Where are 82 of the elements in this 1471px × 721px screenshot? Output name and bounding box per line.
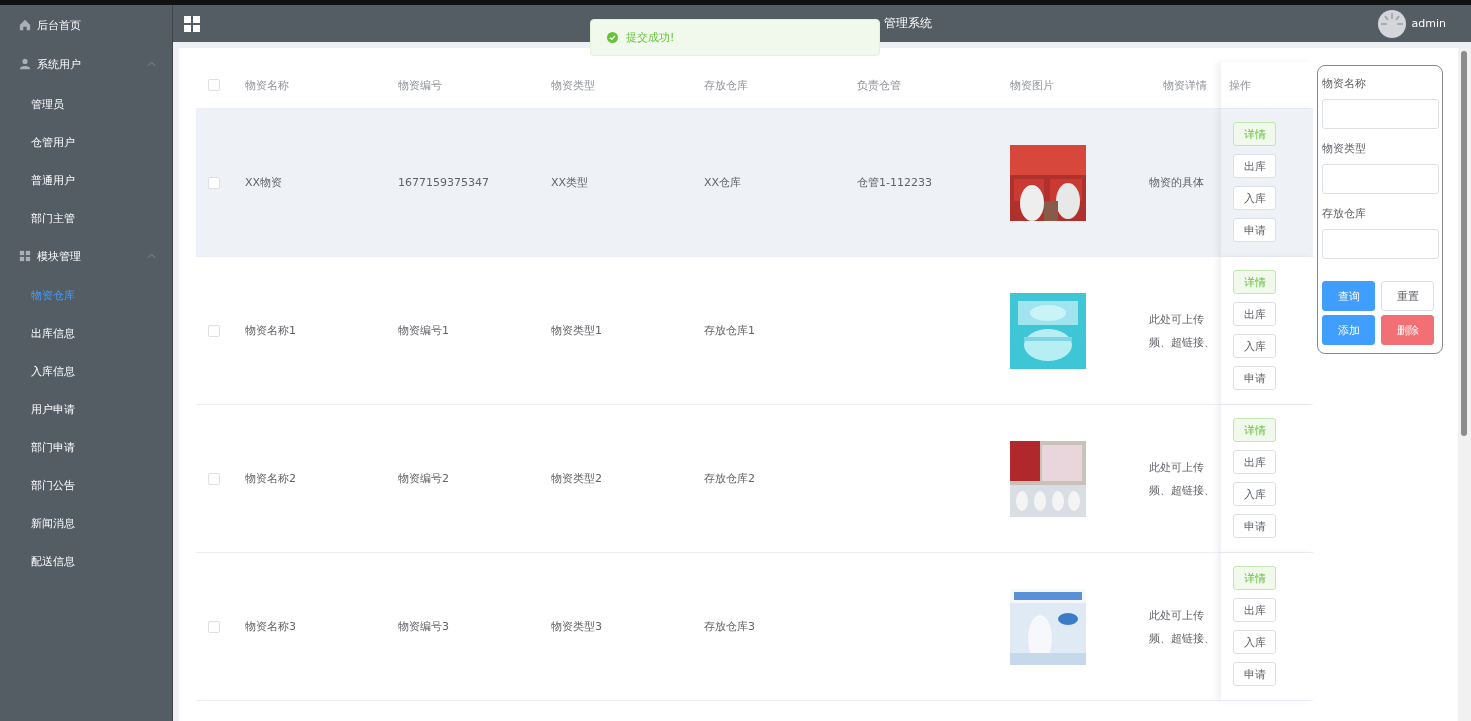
table-cell: 存放仓库1 [704, 324, 755, 337]
action-button[interactable]: 入库 [1233, 630, 1276, 654]
action-button[interactable]: 申请 [1233, 514, 1276, 538]
column-header: 物资名称 [244, 77, 290, 93]
input-field[interactable] [1322, 99, 1439, 129]
action-button[interactable]: 入库 [1233, 186, 1276, 210]
sidebar-item[interactable]: 部门主管 [0, 199, 172, 237]
check-circle-icon [607, 32, 618, 43]
sidebar-item[interactable]: 入库信息 [0, 352, 172, 390]
action-button[interactable]: 出库 [1233, 154, 1276, 178]
sidebar-item[interactable]: 后台首页 [0, 6, 172, 44]
action-button[interactable]: 出库 [1233, 302, 1276, 326]
field-label: 存放仓库 [1322, 206, 1367, 221]
table-cell: 物资编号3 [398, 620, 449, 633]
avatar-icon[interactable] [1377, 9, 1406, 38]
sidebar-item[interactable]: 配送信息 [0, 542, 172, 580]
sidebar-item[interactable]: 管理员 [0, 85, 172, 123]
input-field[interactable] [1322, 229, 1439, 259]
detail-text: 物资的具体 [1149, 175, 1205, 190]
detail-text: 此处可上传 [1149, 607, 1205, 623]
sidebar-item[interactable]: 部门公告 [0, 466, 172, 504]
table-cell: 物资类型2 [551, 472, 602, 485]
column-header: 物资详情 [1162, 77, 1206, 93]
detail-text: 此处可上传 [1149, 311, 1205, 327]
sidebar-group[interactable]: 系统用户 [0, 45, 172, 83]
table-cell: 存放仓库2 [704, 472, 755, 485]
table-cell: XX类型 [551, 176, 589, 189]
table-cell: 物资类型3 [551, 620, 602, 633]
table-cell: XX物资 [245, 176, 283, 189]
system-title: 管理系统 [884, 15, 932, 32]
column-header: 物资编号 [397, 77, 443, 93]
search-panel-button[interactable]: 重置 [1381, 281, 1434, 311]
user-icon [19, 58, 31, 70]
action-button[interactable]: 申请 [1233, 366, 1276, 390]
table-cell: 仓管1-112233 [857, 176, 932, 189]
table-row[interactable]: 物资名称3 物资编号3 物资类型3 存放仓库3 此处可上传 频、超链接、 [196, 553, 1221, 701]
action-button[interactable]: 申请 [1233, 662, 1276, 686]
table-cell: 物资名称2 [245, 472, 296, 485]
table-cell: 存放仓库3 [704, 620, 755, 633]
grid-icon [19, 250, 31, 262]
field-label: 物资名称 [1322, 76, 1367, 91]
action-button[interactable]: 入库 [1233, 334, 1276, 358]
table-cell: 物资名称3 [245, 620, 296, 633]
detail-text: 频、超链接、 [1149, 630, 1206, 646]
checkbox[interactable] [207, 79, 220, 91]
toast-message: 提交成功! [626, 30, 675, 45]
table-cell: 物资编号2 [398, 472, 449, 485]
home-icon [19, 19, 31, 31]
input-field[interactable] [1322, 164, 1439, 194]
table-row[interactable]: 物资名称2 物资编号2 物资类型2 存放仓库2 此处可上传 频、超链接、 [196, 405, 1221, 553]
checkbox[interactable] [207, 176, 220, 189]
column-header: 存放仓库 [703, 77, 749, 93]
column-header: 负责仓管 [856, 77, 902, 93]
grid-icon[interactable] [184, 15, 200, 32]
column-header: 物资图片 [1009, 77, 1055, 93]
user-name[interactable]: admin [1411, 17, 1446, 30]
table-cell: 物资名称1 [245, 324, 296, 337]
table-row[interactable]: XX物资 1677159375347 XX类型 XX仓库 仓管1-112233 物资的具体 [196, 109, 1221, 257]
sidebar-item[interactable]: 部门申请 [0, 428, 172, 466]
detail-text: 频、超链接、 [1149, 482, 1206, 498]
action-button[interactable]: 出库 [1233, 450, 1276, 474]
field-label: 物资类型 [1322, 141, 1367, 156]
table-row[interactable]: 物资名称1 物资编号1 物资类型1 存放仓库1 此处可上传 频、超链接、 [196, 257, 1221, 405]
action-button[interactable]: 入库 [1233, 482, 1276, 506]
table-cell: 物资类型1 [551, 324, 602, 337]
action-button[interactable]: 申请 [1233, 218, 1276, 242]
table-cell: XX仓库 [704, 176, 742, 189]
checkbox[interactable] [207, 324, 220, 337]
action-button[interactable]: 出库 [1233, 598, 1276, 622]
sidebar-group[interactable]: 模块管理 [0, 237, 172, 275]
detail-text: 频、超链接、 [1149, 334, 1206, 350]
sidebar-item[interactable]: 新闻消息 [0, 504, 172, 542]
checkbox[interactable] [207, 472, 220, 485]
column-header: 物资类型 [550, 77, 596, 93]
table-cell: 物资编号1 [398, 324, 449, 337]
detail-text: 此处可上传 [1149, 459, 1205, 475]
sidebar-item[interactable]: 出库信息 [0, 314, 172, 352]
sidebar-item[interactable]: 用户申请 [0, 390, 172, 428]
sidebar-item[interactable]: 仓管用户 [0, 123, 172, 161]
sidebar-item[interactable]: 普通用户 [0, 161, 172, 199]
checkbox[interactable] [207, 620, 220, 633]
table-cell: 1677159375347 [398, 176, 489, 189]
